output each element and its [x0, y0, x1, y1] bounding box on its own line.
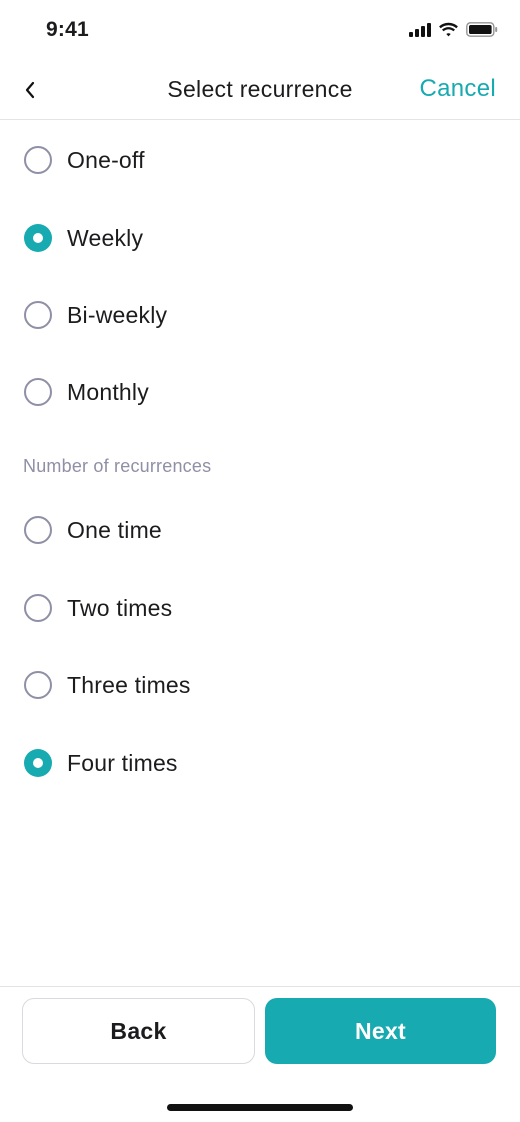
radio-option-three-times[interactable]: Three times — [0, 657, 520, 713]
radio-label: Four times — [67, 749, 178, 776]
radio-option-one-time[interactable]: One time — [0, 502, 520, 558]
cellular-signal-icon — [409, 22, 431, 42]
radio-option-two-times[interactable]: Two times — [0, 580, 520, 636]
radio-label: Weekly — [67, 224, 144, 251]
radio-option-bi-weekly[interactable]: Bi-weekly — [0, 287, 520, 343]
radio-option-monthly[interactable]: Monthly — [0, 364, 520, 420]
radio-button[interactable] — [24, 516, 52, 544]
wifi-icon — [438, 22, 459, 42]
radio-option-four-times[interactable]: Four times — [0, 735, 520, 791]
radio-label: Bi-weekly — [67, 301, 168, 328]
radio-button-selected[interactable] — [24, 224, 52, 252]
radio-label: Monthly — [67, 378, 149, 405]
radio-button[interactable] — [24, 594, 52, 622]
radio-label: Three times — [67, 671, 191, 698]
chevron-left-icon[interactable] — [18, 76, 42, 104]
radio-button[interactable] — [24, 301, 52, 329]
radio-button[interactable] — [24, 671, 52, 699]
radio-label: One time — [67, 516, 162, 543]
radio-button[interactable] — [24, 146, 52, 174]
radio-option-one-off[interactable]: One-off — [0, 132, 520, 188]
battery-icon — [466, 22, 498, 42]
status-bar: 9:41 — [0, 0, 520, 60]
radio-label: One-off — [67, 146, 145, 173]
status-icons — [409, 22, 498, 42]
radio-option-weekly[interactable]: Weekly — [0, 210, 520, 266]
home-indicator[interactable] — [167, 1104, 353, 1111]
back-button[interactable]: Back — [22, 998, 255, 1064]
radio-button[interactable] — [24, 378, 52, 406]
radio-label: Two times — [67, 594, 173, 621]
radio-button-selected[interactable] — [24, 749, 52, 777]
status-time: 9:41 — [46, 18, 89, 41]
bottom-action-bar: Back Next — [0, 986, 520, 1122]
navigation-bar: Select recurrence Cancel — [0, 62, 520, 120]
cancel-button[interactable]: Cancel — [419, 75, 496, 103]
next-button[interactable]: Next — [265, 998, 496, 1064]
section-label-number-of-recurrences: Number of recurrences — [23, 456, 212, 476]
